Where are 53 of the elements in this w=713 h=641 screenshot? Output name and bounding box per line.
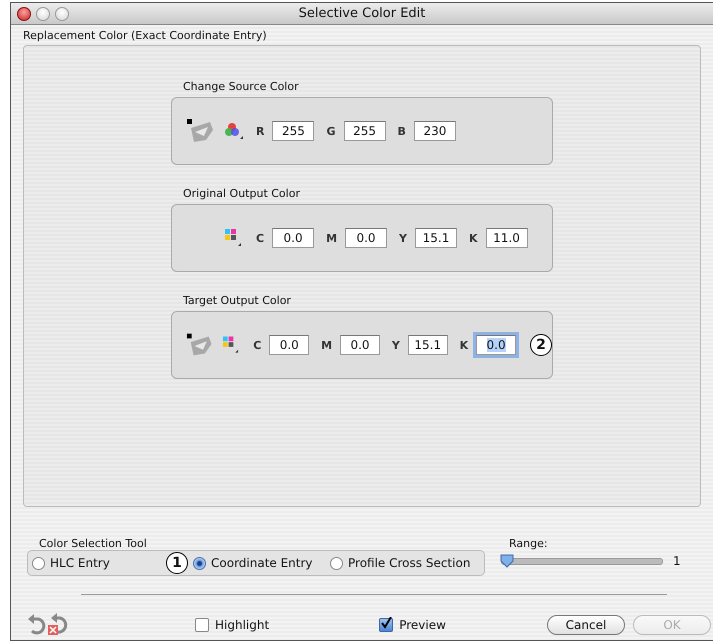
checkbox-label[interactable]: Highlight — [215, 618, 270, 632]
range-label: Range: — [509, 537, 549, 550]
close-button[interactable] — [17, 6, 31, 20]
panel-title: Target Output Color — [183, 294, 292, 307]
checkbox[interactable] — [379, 618, 394, 632]
field-label: G — [326, 124, 336, 138]
value-field[interactable]: 0.0 — [340, 335, 380, 355]
field-label: C — [253, 338, 262, 352]
radio-label[interactable]: Coordinate Entry — [211, 556, 313, 570]
checkbox-label[interactable]: Preview — [399, 618, 446, 632]
eyedropper-icon[interactable] — [186, 118, 216, 144]
value-field[interactable]: 15.1 — [415, 228, 457, 248]
callout-number: 1 — [166, 552, 188, 574]
value-field[interactable]: 11.0 — [486, 228, 528, 248]
panel-title: Original Output Color — [183, 187, 301, 200]
zoom-button[interactable] — [55, 6, 69, 20]
radio-button[interactable] — [193, 556, 206, 570]
field-label: B — [398, 124, 406, 138]
field-label: R — [256, 124, 264, 138]
field-label: M — [321, 338, 332, 352]
color-circles-icon[interactable] — [224, 121, 244, 141]
field-label: K — [460, 338, 468, 352]
field-label: M — [326, 232, 338, 244]
checkbox[interactable] — [195, 618, 209, 632]
range-slider[interactable] — [501, 558, 663, 564]
value-field[interactable]: 0.0 — [269, 335, 310, 355]
slider-thumb[interactable] — [500, 554, 514, 568]
value-field[interactable]: 230 — [414, 121, 456, 141]
minimize-button[interactable] — [36, 6, 50, 20]
value-field[interactable]: 255 — [344, 121, 386, 141]
field-label: K — [469, 232, 478, 244]
group-title: Replacement Color (Exact Coordinate Entry) — [23, 29, 268, 42]
color-swatches-icon[interactable] — [224, 228, 244, 248]
value-field[interactable]: 0.0 — [476, 335, 516, 355]
field-label: Y — [399, 232, 407, 244]
value-field[interactable]: 15.1 — [408, 335, 448, 355]
field-label: Y — [392, 338, 400, 352]
field-label: C — [256, 232, 264, 244]
radio-label[interactable]: Profile Cross Section — [348, 556, 470, 570]
callout-number: 2 — [530, 334, 552, 356]
radio-label[interactable]: HLC Entry — [50, 556, 110, 570]
value-field[interactable]: 255 — [272, 121, 314, 141]
range-value: 1 — [673, 554, 681, 568]
group-title: Color Selection Tool — [39, 537, 148, 550]
undo-icon[interactable] — [27, 614, 47, 636]
radio-button[interactable] — [32, 556, 45, 570]
window-title: Selective Color Edit — [298, 6, 426, 21]
panel-title: Change Source Color — [183, 80, 300, 93]
cancel-button[interactable]: Cancel — [547, 615, 625, 635]
value-field[interactable]: 0.0 — [272, 228, 314, 248]
eyedropper-icon[interactable] — [186, 332, 214, 358]
value-field[interactable]: 0.0 — [345, 228, 388, 248]
radio-button[interactable] — [330, 556, 343, 570]
